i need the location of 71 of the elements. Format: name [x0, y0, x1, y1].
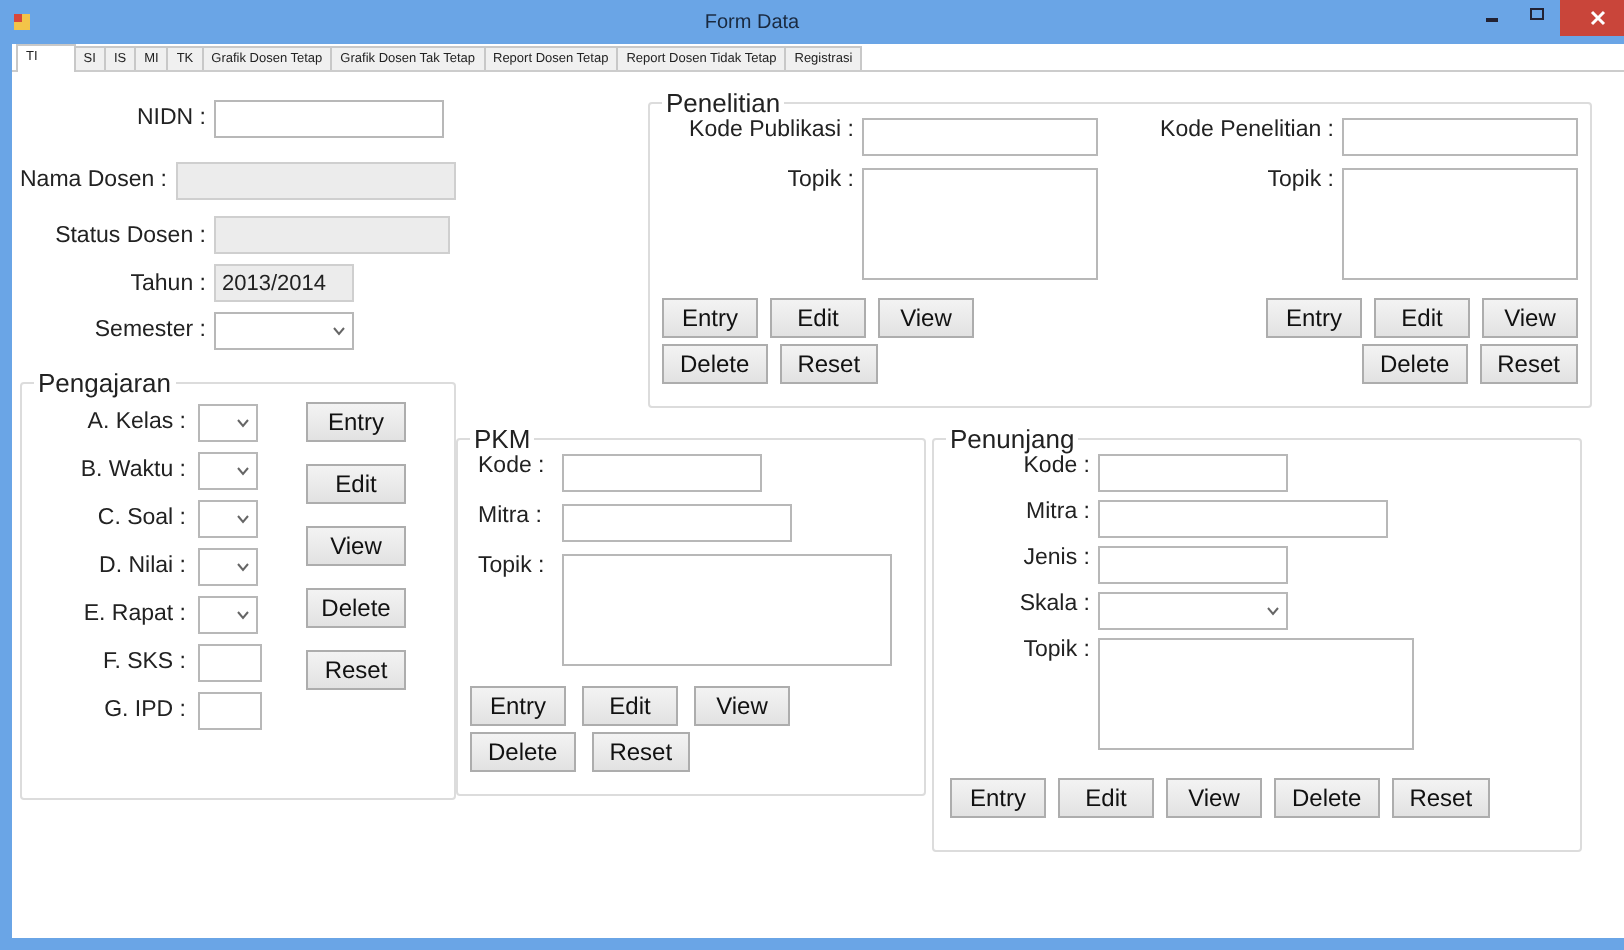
action-button[interactable]: View	[878, 298, 974, 338]
action-button[interactable]: Entry	[662, 298, 758, 338]
field-label: B. Waktu :	[78, 458, 186, 482]
field-label: Kode Publikasi :	[687, 118, 854, 142]
field-label: Kode Penelitian :	[1158, 118, 1334, 142]
group-title: PKM	[472, 424, 533, 454]
action-button[interactable]: Edit	[770, 298, 866, 338]
field-label: Topik :	[1021, 638, 1090, 662]
field-label: Topik :	[1265, 168, 1334, 192]
action-button[interactable]: Edit	[306, 464, 406, 504]
action-button[interactable]: Edit	[582, 686, 678, 726]
field-label: D. Nilai :	[97, 554, 186, 578]
action-button[interactable]: View	[306, 526, 406, 566]
field-label: Tahun :	[128, 271, 206, 295]
input-field[interactable]	[1098, 454, 1288, 492]
input-field[interactable]	[214, 99, 444, 137]
field-label: Status Dosen :	[53, 223, 206, 247]
input-field[interactable]	[198, 643, 262, 681]
action-button[interactable]: Entry	[950, 778, 1046, 818]
field-label: G. IPD :	[102, 698, 186, 722]
action-button[interactable]: Delete	[306, 588, 406, 628]
action-button[interactable]: View	[694, 686, 790, 726]
action-button[interactable]: Delete	[470, 732, 576, 772]
field-label: C. Soal :	[95, 506, 186, 530]
group-title: Pengajaran	[36, 368, 173, 398]
action-button[interactable]: Reset	[779, 344, 879, 384]
field-label: Mitra :	[476, 504, 544, 528]
field-label: Topik :	[476, 554, 547, 578]
field-label: Semester :	[92, 318, 206, 342]
input-field[interactable]	[1098, 546, 1288, 584]
field-label: Kode :	[476, 454, 547, 478]
text-area[interactable]	[562, 554, 892, 666]
action-button[interactable]: Reset	[591, 732, 691, 772]
input-field[interactable]	[562, 454, 762, 492]
field-label: Skala :	[1017, 592, 1090, 616]
action-button[interactable]: Delete	[1361, 344, 1468, 384]
field-label: NIDN :	[135, 106, 206, 130]
action-button[interactable]: Edit	[1058, 778, 1154, 818]
app-icon	[12, 12, 32, 32]
field-label: Kode :	[1021, 454, 1090, 478]
field-label: Mitra :	[1024, 500, 1090, 524]
group-title: Penelitian	[664, 88, 783, 118]
action-button[interactable]: Reset	[1391, 778, 1491, 818]
action-button[interactable]: Edit	[1374, 298, 1470, 338]
text-area[interactable]	[862, 168, 1098, 280]
action-button[interactable]: Entry	[306, 402, 406, 442]
field-label: Topik :	[785, 168, 854, 192]
window-title: Form Data	[702, 11, 802, 33]
action-button[interactable]: Delete	[662, 344, 768, 384]
field-label: A. Kelas :	[85, 410, 186, 434]
input-field[interactable]	[562, 504, 792, 542]
input-field[interactable]	[198, 691, 262, 729]
action-button[interactable]: Reset	[306, 650, 406, 690]
action-button[interactable]: Reset	[1479, 344, 1578, 384]
input-field[interactable]	[1342, 118, 1578, 156]
input-field[interactable]	[1098, 500, 1388, 538]
close-button[interactable]	[1560, 0, 1624, 36]
action-button[interactable]: View	[1166, 778, 1262, 818]
group-title: Penunjang	[948, 424, 1077, 454]
action-button[interactable]: Entry	[1266, 298, 1362, 338]
action-button[interactable]: View	[1482, 298, 1578, 338]
field-label: Nama Dosen :	[20, 168, 168, 192]
text-area[interactable]	[1342, 168, 1578, 280]
input-field[interactable]	[862, 118, 1098, 156]
action-button[interactable]: Entry	[470, 686, 566, 726]
field-label: F. SKS :	[100, 650, 186, 674]
text-area[interactable]	[1098, 638, 1414, 750]
action-button[interactable]: Delete	[1274, 778, 1380, 818]
field-label: E. Rapat :	[81, 602, 186, 626]
close-icon[interactable]	[1590, 10, 1606, 26]
field-label: Jenis :	[1021, 546, 1090, 570]
